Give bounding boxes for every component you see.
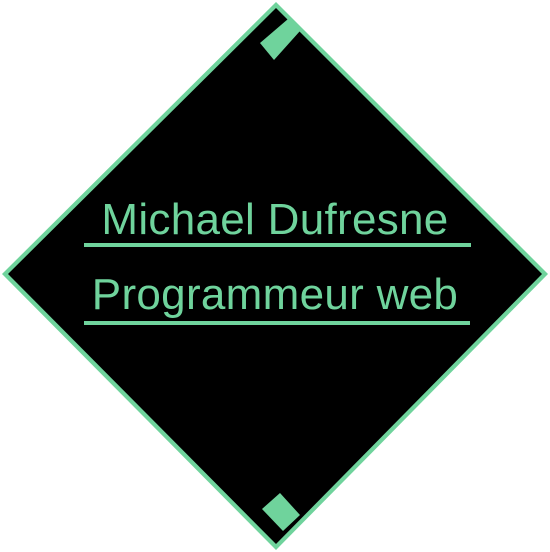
profile-name: Michael Dufresne	[101, 195, 449, 244]
profile-badge: Michael Dufresne Programmeur web	[0, 0, 550, 552]
profile-role: Programmeur web	[91, 270, 459, 319]
role-underline	[84, 321, 470, 325]
name-underline	[84, 243, 471, 247]
badge-text: Michael Dufresne Programmeur web	[0, 0, 550, 552]
